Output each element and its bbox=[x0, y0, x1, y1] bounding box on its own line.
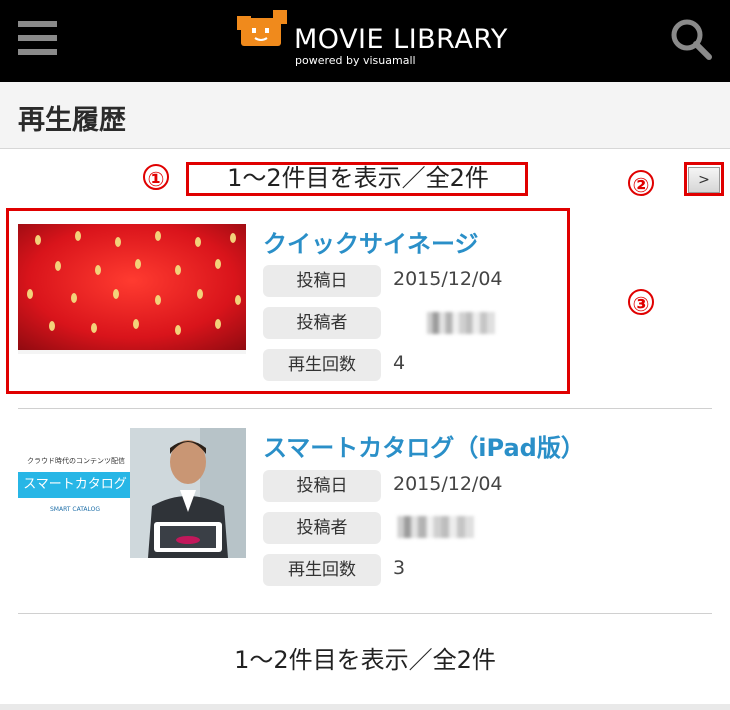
item-divider bbox=[18, 408, 712, 409]
annotation-marker-2: ② bbox=[628, 170, 654, 197]
play-count-label: 再生回数 bbox=[263, 554, 381, 586]
play-count-value: 3 bbox=[393, 557, 406, 579]
footer-divider bbox=[0, 704, 730, 710]
pager-summary-bottom: 1～2件目を表示／全2件 bbox=[234, 646, 496, 674]
page-title: 再生履歴 bbox=[18, 105, 126, 136]
poster-value-blurred bbox=[393, 516, 493, 538]
app-title: MOVIE LIBRARY bbox=[294, 24, 508, 55]
posted-date-label: 投稿日 bbox=[263, 265, 381, 297]
video-list-item: クラウド時代のコンテンツ配信 スマートカタログ SMART CATALOG スマ… bbox=[18, 426, 712, 596]
poster-label: 投稿者 bbox=[263, 512, 381, 544]
app-logo[interactable]: MOVIE LIBRARY powered by visuamall bbox=[237, 10, 507, 70]
next-page-button[interactable]: > bbox=[688, 167, 720, 193]
presenter-photo bbox=[130, 428, 246, 558]
video-title-link[interactable]: クイックサイネージ bbox=[263, 224, 479, 259]
strawberry-thumbnail[interactable] bbox=[18, 224, 246, 354]
poster-value-blurred bbox=[423, 312, 503, 334]
thumb-brand: SMART CATALOG bbox=[49, 506, 101, 513]
smart-catalog-thumbnail[interactable]: クラウド時代のコンテンツ配信 スマートカタログ SMART CATALOG bbox=[18, 428, 246, 558]
page-title-bar: 再生履歴 bbox=[0, 82, 730, 149]
video-list-item: クイックサイネージ 投稿日 2015/12/04 投稿者 再生回数 4 bbox=[18, 220, 712, 381]
app-header: MOVIE LIBRARY powered by visuamall bbox=[0, 0, 730, 82]
play-count-value: 4 bbox=[393, 352, 406, 374]
search-icon[interactable] bbox=[668, 16, 714, 62]
item-divider bbox=[18, 613, 712, 614]
logo-mascot-icon bbox=[237, 10, 287, 46]
pager-summary-top: 1～2件目を表示／全2件 bbox=[227, 164, 489, 192]
app-subtitle: powered by visuamall bbox=[295, 54, 416, 67]
thumb-banner: スマートカタログ bbox=[18, 472, 132, 498]
thumb-caption: クラウド時代のコンテンツ配信 bbox=[27, 457, 125, 465]
annotation-marker-1: ① bbox=[143, 164, 169, 191]
hamburger-menu-icon[interactable] bbox=[18, 18, 58, 58]
posted-date-value: 2015/12/04 bbox=[393, 473, 503, 495]
play-count-label: 再生回数 bbox=[263, 349, 381, 381]
poster-label: 投稿者 bbox=[263, 307, 381, 339]
posted-date-value: 2015/12/04 bbox=[393, 268, 503, 290]
video-title-link[interactable]: スマートカタログ（iPad版） bbox=[263, 428, 585, 463]
posted-date-label: 投稿日 bbox=[263, 470, 381, 502]
